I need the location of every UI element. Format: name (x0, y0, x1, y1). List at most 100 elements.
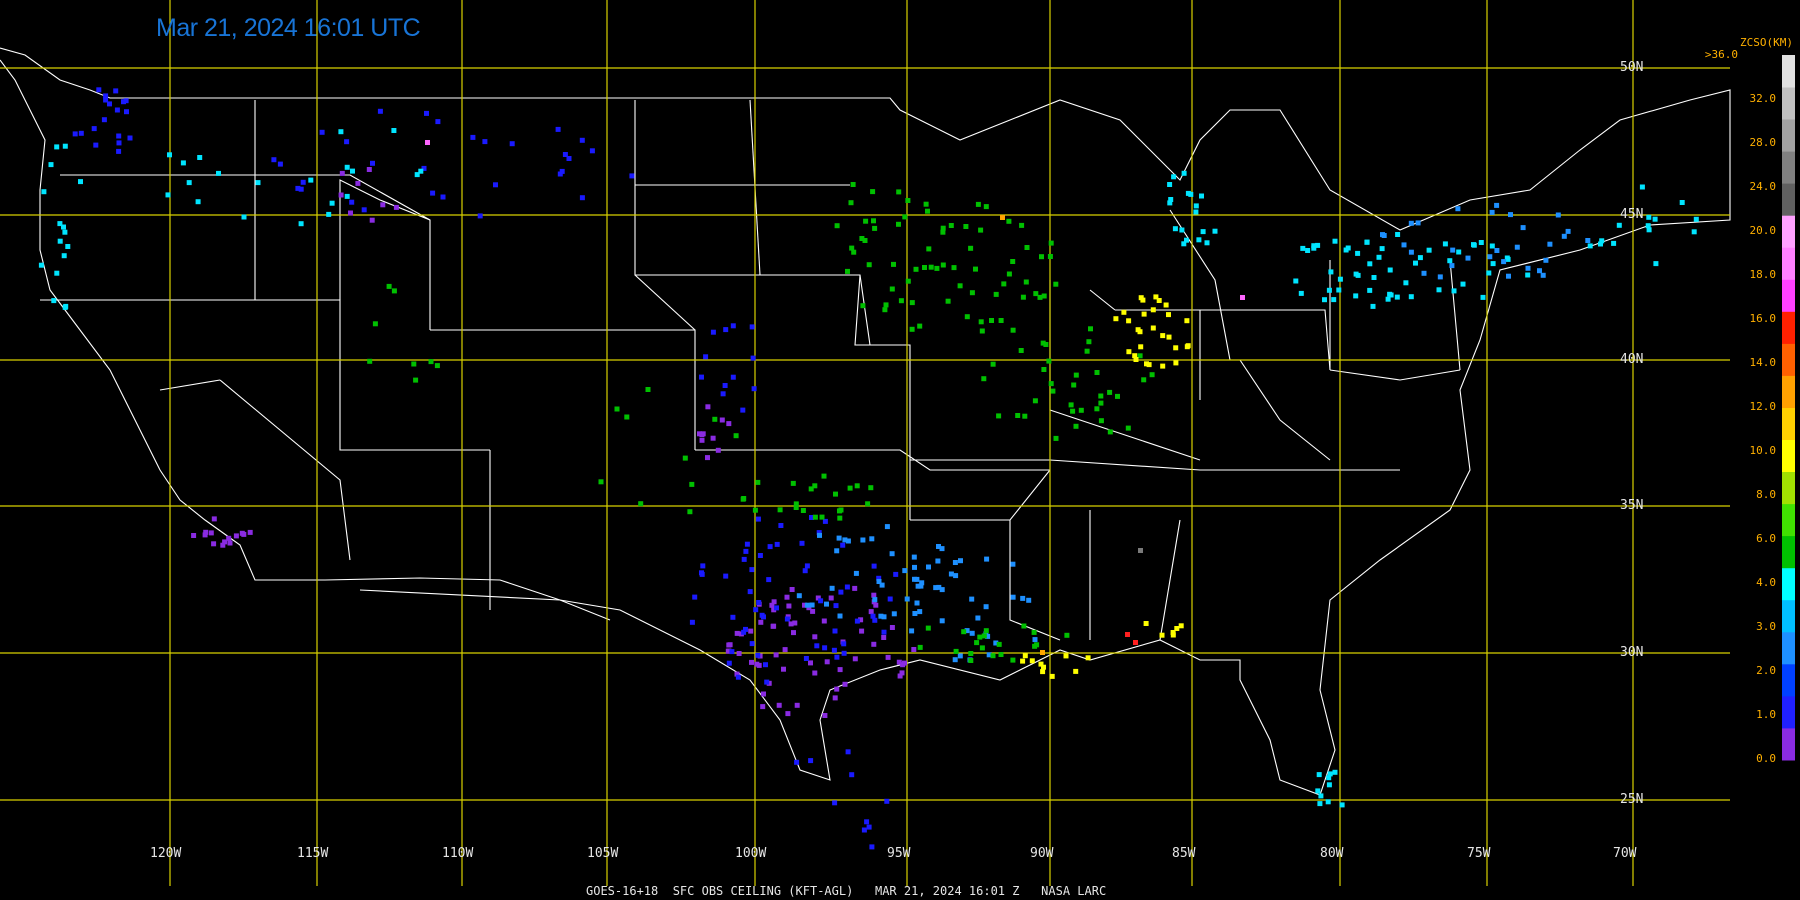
station-marker (785, 711, 791, 717)
station-marker (1098, 418, 1104, 424)
border-line (1239, 359, 1331, 461)
station-marker (734, 630, 740, 636)
station-marker (1371, 275, 1377, 280)
station-marker (1561, 233, 1567, 239)
station-marker (1322, 297, 1327, 303)
station-marker (866, 262, 872, 268)
station-marker (700, 431, 706, 437)
station-marker (1064, 632, 1070, 638)
station-marker (719, 417, 725, 423)
station-marker (1514, 244, 1520, 250)
station-marker (904, 596, 910, 602)
station-marker (1240, 295, 1245, 300)
station-marker (1403, 280, 1409, 286)
station-marker (1455, 206, 1461, 212)
station-marker (1489, 243, 1495, 249)
station-marker (361, 207, 367, 213)
station-marker (755, 652, 761, 658)
station-marker (824, 601, 829, 607)
station-marker (477, 213, 483, 219)
station-marker (842, 537, 848, 543)
station-marker (863, 218, 869, 224)
station-marker (753, 607, 759, 613)
station-marker (872, 617, 878, 623)
colorbar-segment (1782, 247, 1795, 280)
station-marker (1126, 349, 1132, 355)
station-marker (418, 168, 424, 174)
station-marker (720, 391, 726, 397)
station-marker (881, 629, 887, 635)
station-marker (756, 662, 762, 668)
station-marker (782, 647, 788, 653)
station-marker (1133, 357, 1139, 362)
station-marker (101, 117, 107, 123)
station-marker (369, 217, 375, 223)
station-marker (953, 648, 959, 654)
station-marker (804, 563, 810, 569)
station-marker (736, 651, 742, 656)
station-marker (958, 558, 963, 564)
station-marker (885, 654, 891, 660)
station-marker (629, 173, 635, 179)
station-marker (434, 363, 440, 369)
station-marker (1160, 363, 1166, 369)
station-marker (784, 616, 790, 622)
border-line (430, 329, 696, 450)
station-marker (838, 507, 844, 513)
station-marker (78, 130, 84, 136)
station-marker (1646, 214, 1652, 220)
colorbar-tick-label: 4.0 (1756, 576, 1776, 589)
station-marker (380, 202, 386, 208)
colorbar-segment (1782, 728, 1795, 761)
station-marker (72, 131, 78, 137)
station-marker (786, 603, 792, 609)
station-marker (579, 195, 585, 201)
station-marker (1073, 423, 1079, 429)
station-marker (1436, 287, 1442, 293)
station-marker (1486, 270, 1492, 276)
station-marker (1088, 326, 1093, 332)
ceiling-map (0, 0, 1795, 886)
station-marker (854, 618, 860, 624)
station-marker (1010, 657, 1016, 663)
station-marker (710, 435, 716, 441)
station-marker (562, 152, 568, 157)
station-marker (372, 321, 378, 327)
station-marker (834, 223, 840, 229)
station-marker (1107, 389, 1113, 395)
colorbar-tick-label: 18.0 (1749, 268, 1777, 281)
colorbar-segment (1782, 375, 1795, 408)
station-marker (1153, 294, 1159, 300)
station-marker (893, 571, 899, 577)
station-marker (951, 265, 957, 271)
station-marker (1179, 227, 1185, 233)
station-marker (51, 298, 57, 304)
station-marker (744, 541, 750, 547)
station-marker (861, 827, 867, 833)
station-marker (1293, 278, 1299, 284)
station-marker (705, 455, 710, 461)
station-marker (869, 844, 875, 850)
station-marker (871, 218, 876, 224)
station-marker (1487, 254, 1493, 260)
colorbar-tick-label: 0.0 (1756, 752, 1776, 765)
station-marker (1379, 246, 1385, 252)
station-marker (1408, 220, 1414, 226)
station-marker (723, 573, 729, 579)
station-marker (255, 180, 261, 186)
station-marker (1019, 222, 1025, 228)
station-marker (1331, 297, 1337, 303)
station-marker (1355, 250, 1361, 256)
station-marker (767, 544, 773, 550)
colorbar-tick-label: 1.0 (1756, 708, 1776, 721)
station-marker (751, 386, 757, 392)
station-marker (819, 514, 825, 520)
station-marker (91, 126, 97, 132)
station-marker (1184, 344, 1190, 350)
station-marker (1001, 281, 1007, 287)
station-marker (998, 318, 1004, 323)
station-marker (96, 87, 102, 93)
station-marker (1022, 653, 1028, 659)
station-marker (749, 659, 754, 665)
station-marker (1006, 271, 1012, 277)
